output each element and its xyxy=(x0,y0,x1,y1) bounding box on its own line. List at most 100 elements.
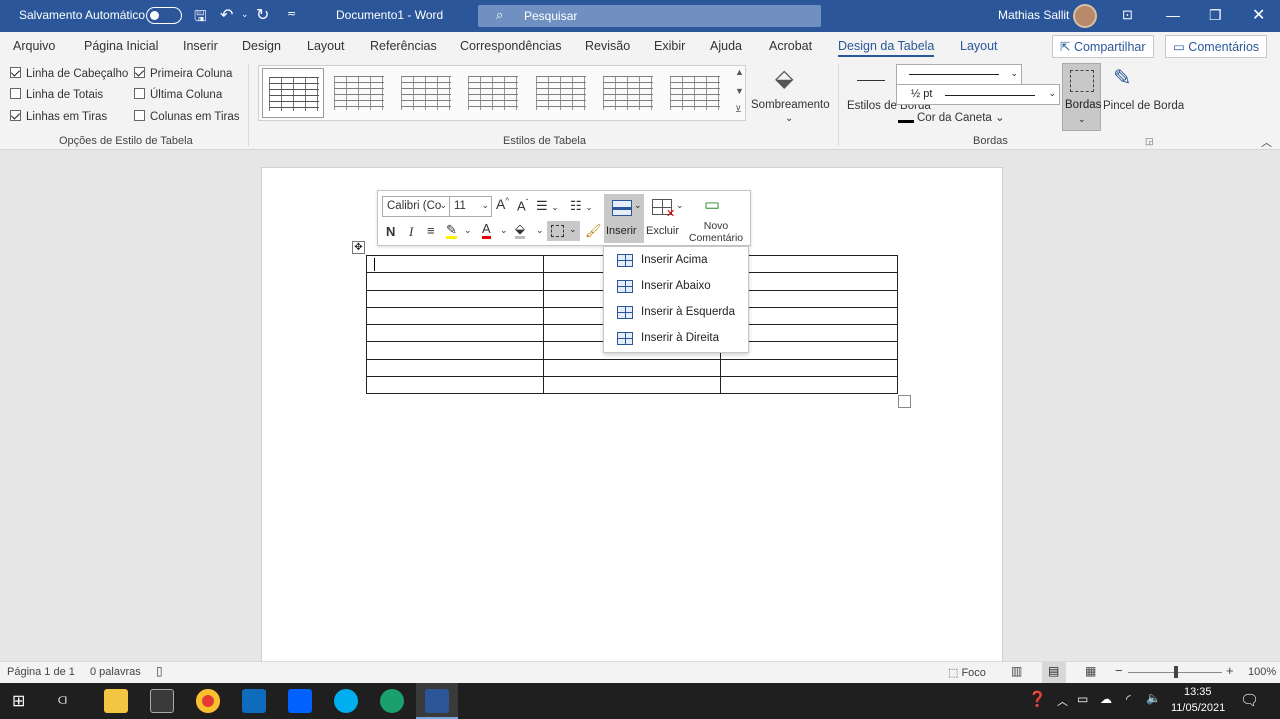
table-move-handle[interactable]: ✥ xyxy=(352,241,365,254)
zoom-out-icon[interactable]: − xyxy=(1115,663,1123,678)
line-style-select[interactable]: ⌄ xyxy=(896,64,1022,85)
volume-icon[interactable]: 🔈 xyxy=(1146,691,1161,705)
shading-mini-icon[interactable]: ⬙ xyxy=(515,222,525,239)
file-explorer-icon[interactable] xyxy=(104,689,128,713)
skype-icon[interactable] xyxy=(334,689,358,713)
shading-icon[interactable]: ⬙ xyxy=(775,64,793,93)
table-cell[interactable] xyxy=(543,358,721,378)
insert-below-item[interactable]: Inserir Abaixo xyxy=(605,274,748,300)
delete-button[interactable]: Excluir xyxy=(646,225,679,237)
shading-dropdown-icon[interactable]: ⌄ xyxy=(785,113,793,124)
font-size-select[interactable]: 11 ⌄ xyxy=(449,196,492,217)
table-style-4[interactable] xyxy=(462,68,524,118)
italic-button[interactable]: I xyxy=(409,224,413,240)
gallery-more-icon[interactable]: ⊻ xyxy=(735,104,742,115)
insert-above-item[interactable]: Inserir Acima xyxy=(605,248,748,274)
table-cell[interactable] xyxy=(366,254,544,274)
ribbon-display-icon[interactable]: ⊡ xyxy=(1122,7,1133,23)
web-layout-icon[interactable]: ▦ xyxy=(1085,664,1096,678)
print-layout-button[interactable]: ▤ xyxy=(1042,662,1066,683)
dialog-launcher-icon[interactable]: ◲ xyxy=(1145,136,1154,147)
insert-left-item[interactable]: Inserir à Esquerda xyxy=(605,300,748,326)
tab-layout[interactable]: Layout xyxy=(307,39,345,53)
share-button[interactable]: ⇱ Compartilhar xyxy=(1052,35,1154,58)
first-column-checkbox[interactable]: Primeira Coluna xyxy=(134,67,232,80)
grow-font-icon[interactable]: A^ xyxy=(496,196,509,212)
tab-correspondencias[interactable]: Correspondências xyxy=(460,39,561,53)
store-icon[interactable] xyxy=(150,689,174,713)
new-comment-icon[interactable]: ▭ xyxy=(704,195,720,215)
network-status-icon[interactable]: ☁ xyxy=(1100,692,1112,706)
undo-dropdown-icon[interactable]: ⌄ xyxy=(241,9,249,20)
table-cell[interactable] xyxy=(543,376,721,395)
delete-dropdown-icon[interactable]: ⌄ xyxy=(676,200,684,211)
proofing-icon[interactable]: ▯ xyxy=(156,664,163,678)
table-cell[interactable] xyxy=(366,289,544,308)
tray-expand-icon[interactable]: ︿ xyxy=(1057,693,1068,709)
tab-design-da-tabela[interactable]: Design da Tabela xyxy=(838,39,935,57)
tab-inserir[interactable]: Inserir xyxy=(183,39,218,53)
chrome-icon[interactable] xyxy=(196,689,220,713)
avatar[interactable] xyxy=(1073,4,1097,28)
help-icon[interactable]: ❓ xyxy=(1028,690,1047,708)
tab-pagina-inicial[interactable]: Página Inicial xyxy=(84,39,158,53)
borders-mini-button[interactable]: ⌄ xyxy=(547,221,580,241)
search-box[interactable]: ⌕ Pesquisar xyxy=(478,5,821,27)
table-cell[interactable] xyxy=(366,324,544,343)
save-icon[interactable]: 🖫 xyxy=(194,6,207,31)
table-resize-handle[interactable] xyxy=(898,395,911,408)
font-color-dropdown-icon[interactable]: ⌄ xyxy=(500,225,508,236)
tab-revisao[interactable]: Revisão xyxy=(585,39,630,53)
table-cell[interactable] xyxy=(366,272,544,291)
wifi-icon[interactable]: ◜ xyxy=(1126,692,1131,706)
tab-design[interactable]: Design xyxy=(242,39,281,53)
tab-ajuda[interactable]: Ajuda xyxy=(710,39,742,53)
border-painter-button[interactable]: Pincel de Borda xyxy=(1103,99,1184,114)
total-row-checkbox[interactable]: Linha de Totais xyxy=(10,88,103,101)
tab-layout-tabela[interactable]: Layout xyxy=(960,39,998,53)
format-painter-icon[interactable]: 🖌 xyxy=(585,223,602,239)
align-center-icon[interactable]: ≡ xyxy=(427,223,435,238)
borders-button[interactable]: Bordas ⌄ xyxy=(1062,63,1101,131)
table-style-6[interactable] xyxy=(597,68,659,118)
task-view-icon[interactable]: ⫏ xyxy=(58,691,67,708)
battery-icon[interactable]: ▭ xyxy=(1077,692,1088,706)
outlook-icon[interactable] xyxy=(242,689,266,713)
notifications-icon[interactable]: 🗨 xyxy=(1240,691,1259,709)
font-color-icon[interactable]: A xyxy=(482,222,491,239)
start-icon[interactable]: ⊞ xyxy=(12,691,25,711)
banded-rows-checkbox[interactable]: Linhas em Tiras xyxy=(10,110,107,123)
redo-icon[interactable]: ↻ xyxy=(256,5,269,25)
shrink-font-icon[interactable]: Aˇ xyxy=(517,198,528,213)
highlight-icon[interactable]: ✎ xyxy=(446,223,457,239)
clock-date[interactable]: 11/05/2021 xyxy=(1171,702,1225,714)
word-taskbar-button[interactable] xyxy=(416,683,458,719)
dropbox-icon[interactable] xyxy=(288,689,312,713)
highlight-dropdown-icon[interactable]: ⌄ xyxy=(464,225,472,236)
minimize-icon[interactable]: — xyxy=(1166,7,1180,23)
collapse-ribbon-icon[interactable]: ︿ xyxy=(1261,134,1272,150)
bullets-icon[interactable]: ☰ ⌄ xyxy=(536,198,559,214)
last-column-checkbox[interactable]: Última Coluna xyxy=(134,88,222,101)
read-mode-icon[interactable]: ▥ xyxy=(1011,664,1022,678)
table-cell[interactable] xyxy=(366,341,544,360)
banded-columns-checkbox[interactable]: Colunas em Tiras xyxy=(134,110,239,123)
user-name[interactable]: Mathias Sallit xyxy=(998,8,1069,22)
page-count[interactable]: Página 1 de 1 xyxy=(7,666,75,678)
tab-referencias[interactable]: Referências xyxy=(370,39,437,53)
table-style-grid[interactable] xyxy=(262,68,324,118)
font-name-select[interactable]: Calibri (Co ⌄ xyxy=(382,196,450,217)
close-icon[interactable]: ✕ xyxy=(1252,5,1265,25)
restore-icon[interactable]: ❐ xyxy=(1209,7,1222,24)
table-style-3[interactable] xyxy=(395,68,457,118)
comments-button[interactable]: ▭ Comentários xyxy=(1165,35,1268,58)
gallery-up-icon[interactable]: ▲ xyxy=(735,67,744,77)
zoom-level[interactable]: 100% xyxy=(1248,666,1276,678)
numbering-icon[interactable]: ☷ ⌄ xyxy=(570,198,593,214)
table-style-5[interactable] xyxy=(530,68,592,118)
table-cell[interactable] xyxy=(720,358,898,378)
table-style-7[interactable] xyxy=(664,68,726,118)
table-cell[interactable] xyxy=(366,376,544,395)
autosave-toggle[interactable] xyxy=(146,7,182,24)
table-cell[interactable] xyxy=(366,358,544,378)
